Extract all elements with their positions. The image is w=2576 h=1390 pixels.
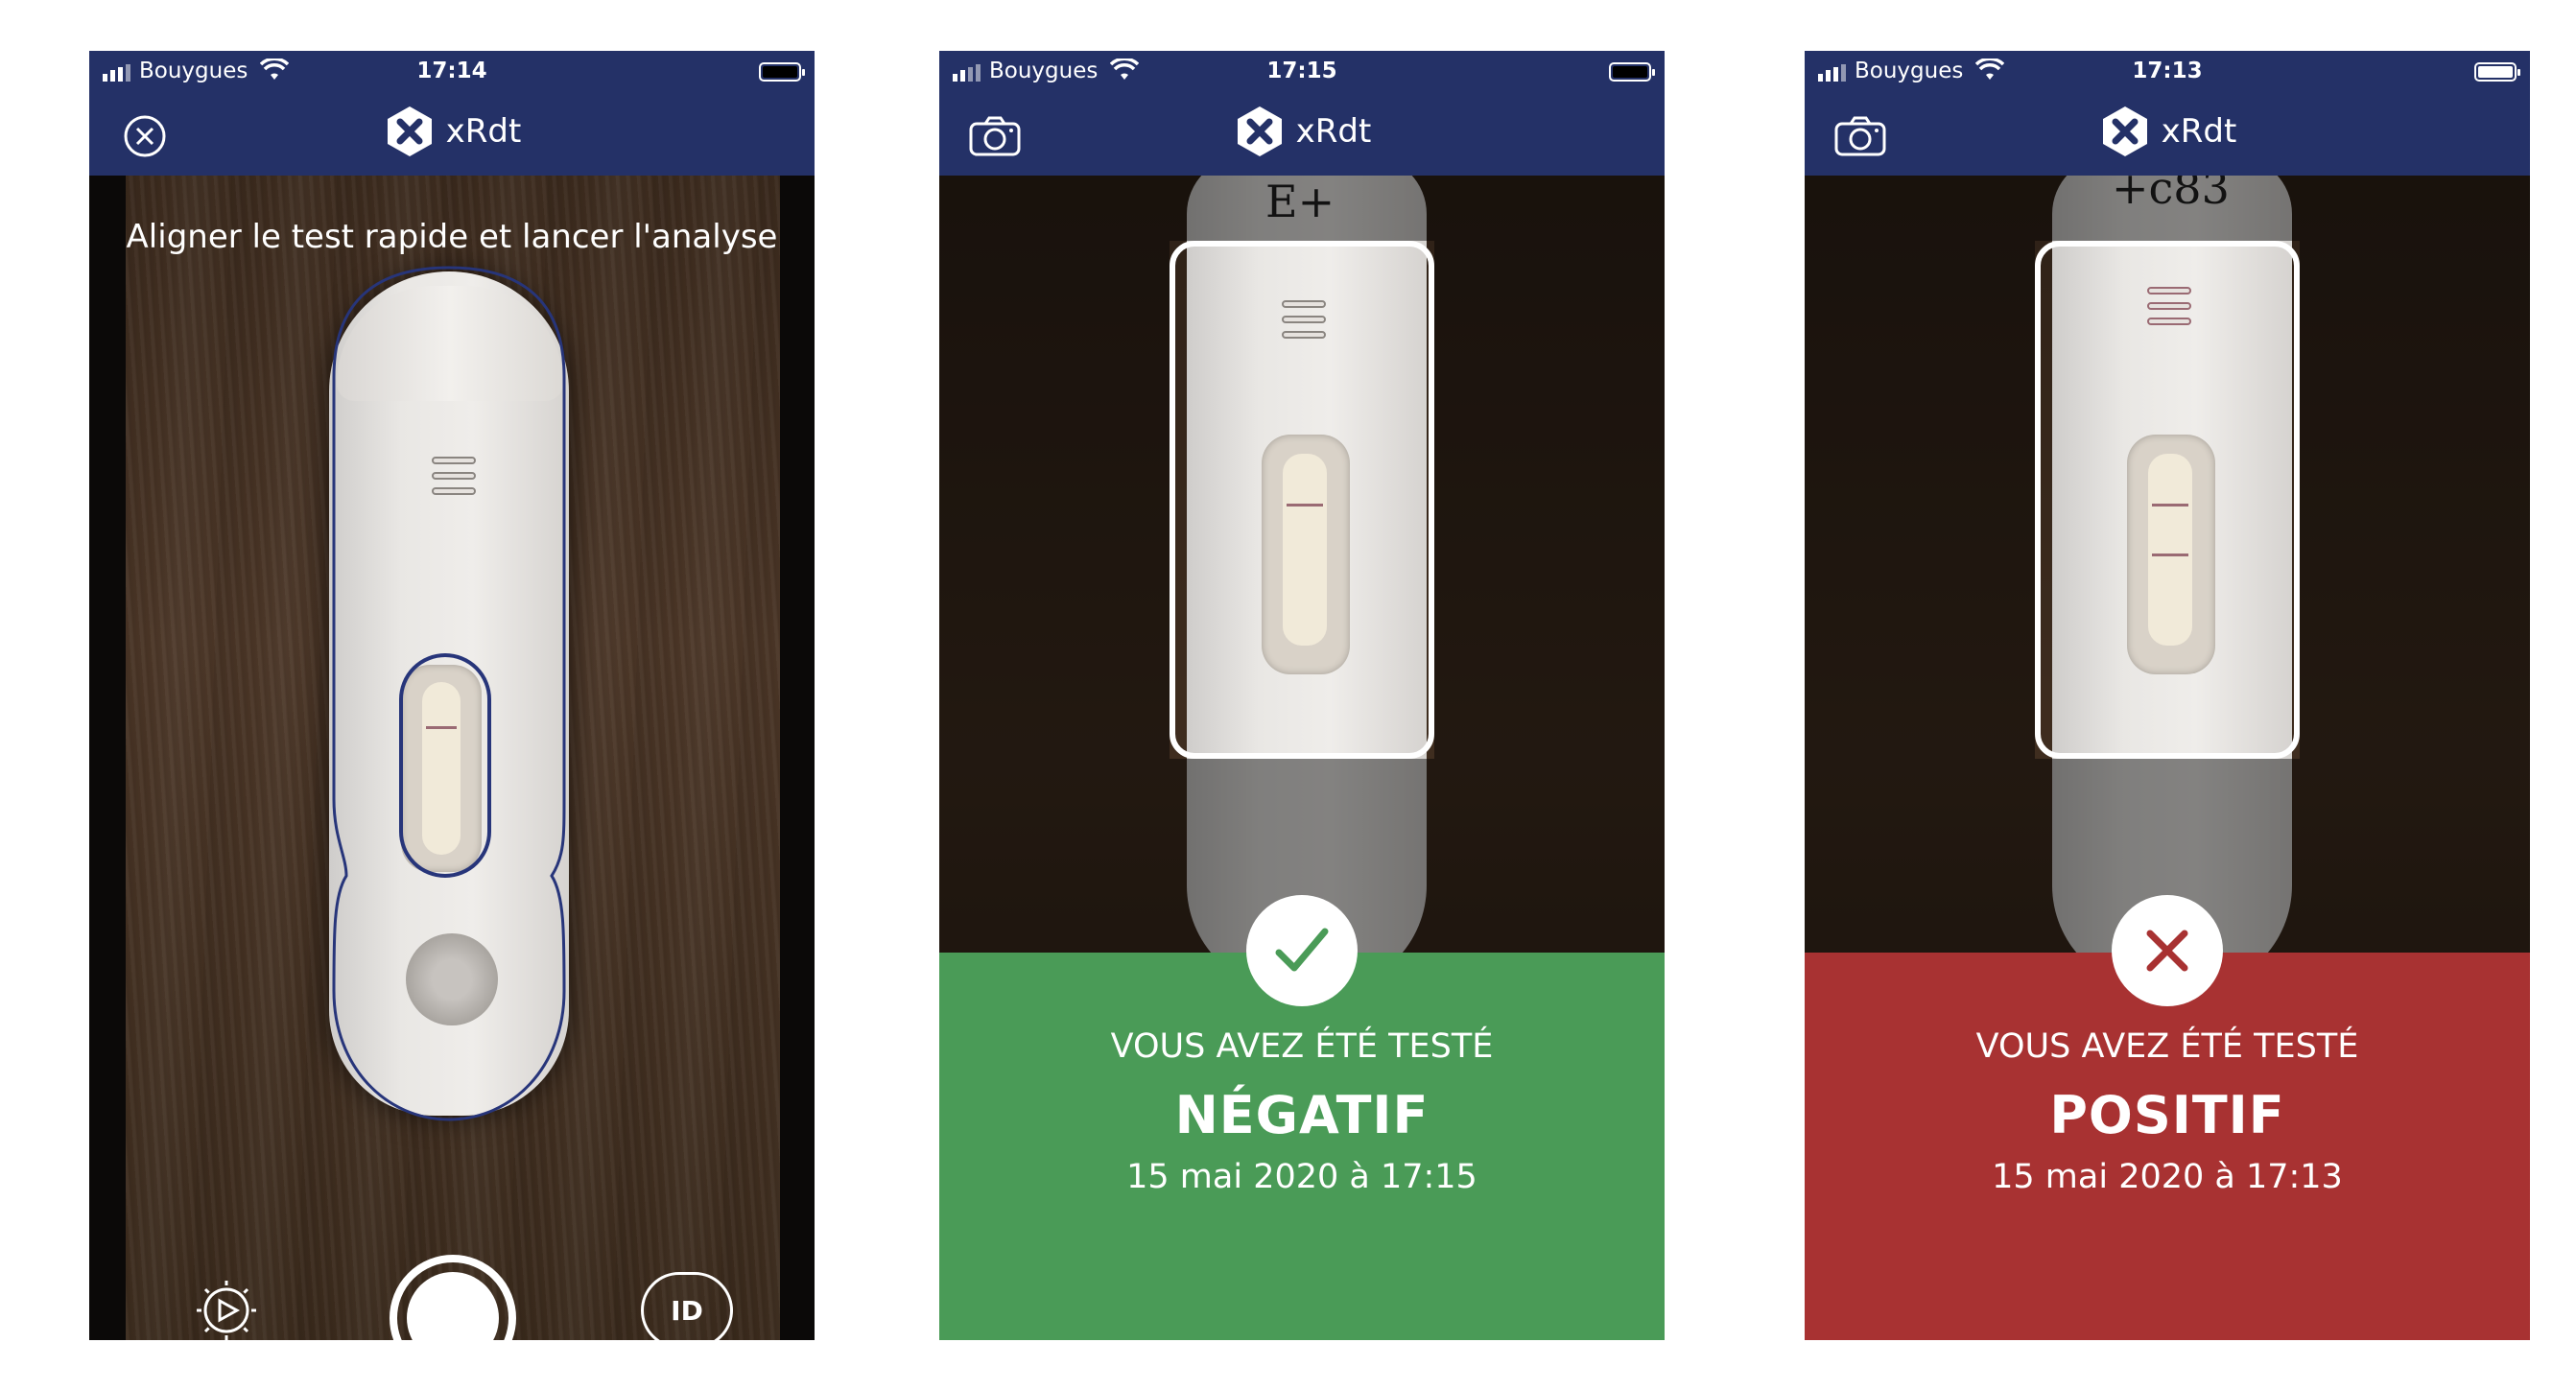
dim-overlay-left [939, 241, 1170, 759]
app-name: xRdt [1295, 112, 1372, 151]
app-brand: xRdt [89, 105, 815, 158]
app-name: xRdt [2161, 112, 2237, 151]
result-panel-negative: VOUS AVEZ ÉTÉ TESTÉ NÉGATIF 15 mai 2020 … [939, 895, 1665, 1340]
cross-icon [2146, 930, 2188, 972]
battery-icon [759, 62, 805, 82]
dim-overlay-right [1434, 241, 1665, 759]
battery-icon [2474, 62, 2520, 82]
battery-icon [1609, 62, 1655, 82]
phone-screen-positive: Bouygues 17:13 xRdt +c83 VOUS AVEZ ÉTÉ T… [1805, 51, 2530, 1340]
status-bar: Bouygues 17:15 [939, 51, 1665, 93]
captured-image: +c83 VOUS AVEZ ÉTÉ TESTÉ POSITIF 15 mai … [1805, 176, 2530, 1340]
result-badge [1246, 895, 1358, 1006]
result-value: NÉGATIF [1174, 1085, 1430, 1145]
dim-overlay-top [1805, 176, 2530, 241]
settings-button[interactable] [193, 1277, 260, 1340]
dim-overlay-top [939, 176, 1665, 241]
detection-frame [2035, 241, 2300, 759]
clock: 17:14 [416, 59, 487, 83]
app-brand: xRdt [1805, 105, 2530, 158]
result-panel-positive: VOUS AVEZ ÉTÉ TESTÉ POSITIF 15 mai 2020 … [1805, 895, 2530, 1340]
clock: 17:13 [2132, 59, 2203, 83]
x-hexagon-logo-icon [1237, 106, 1282, 156]
detection-frame [1170, 241, 1434, 759]
instruction-text: Aligner le test rapide et lancer l'analy… [126, 218, 778, 256]
result-datetime: 15 mai 2020 à 17:15 [1126, 1158, 1477, 1196]
x-hexagon-logo-icon [2102, 106, 2147, 156]
id-button-label: ID [671, 1294, 703, 1327]
id-button[interactable]: ID [641, 1272, 733, 1340]
clock: 17:15 [1266, 59, 1337, 83]
result-heading: VOUS AVEZ ÉTÉ TESTÉ [1110, 1027, 1494, 1066]
navbar: xRdt [89, 93, 815, 176]
dim-overlay-left [1805, 241, 2035, 759]
checkmark-icon [1275, 928, 1329, 972]
camera-viewfinder: Aligner le test rapide et lancer l'analy… [89, 176, 815, 1340]
navbar: xRdt [939, 93, 1665, 176]
shutter-icon [407, 1272, 499, 1340]
result-value: POSITIF [2049, 1085, 2285, 1145]
phone-screen-capture: Bouygues 17:14 xRdt Aligner le test rapi… [89, 51, 815, 1340]
navbar: xRdt [1805, 93, 2530, 176]
x-hexagon-logo-icon [387, 106, 432, 156]
phone-screen-negative: Bouygues 17:15 xRdt E+ VOUS AVEZ ÉTÉ TES… [939, 51, 1665, 1340]
captured-image: E+ VOUS AVEZ ÉTÉ TESTÉ NÉGATIF 15 mai 20… [939, 176, 1665, 1340]
app-name: xRdt [445, 112, 522, 151]
app-brand: xRdt [939, 105, 1665, 158]
result-datetime: 15 mai 2020 à 17:13 [1992, 1158, 2343, 1196]
gear-icon [197, 1281, 256, 1340]
dim-overlay-right [2300, 241, 2530, 759]
result-badge [2112, 895, 2223, 1006]
result-heading: VOUS AVEZ ÉTÉ TESTÉ [1975, 1027, 2359, 1066]
alignment-guide-outline [332, 266, 566, 1121]
status-bar: Bouygues 17:14 [89, 51, 815, 93]
status-bar: Bouygues 17:13 [1805, 51, 2530, 93]
